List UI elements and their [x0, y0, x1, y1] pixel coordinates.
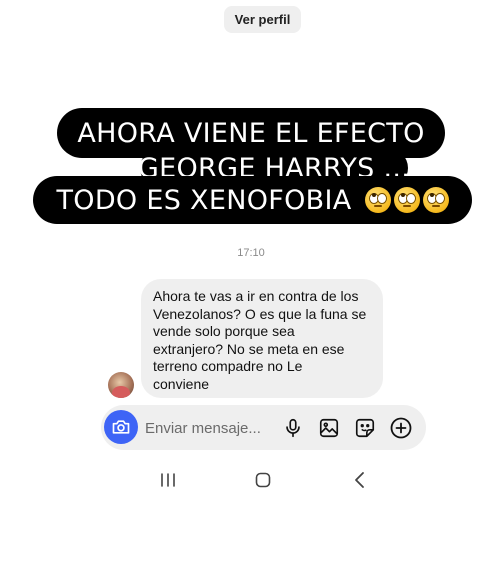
caption-text-3: TODO ES XENOFOBIA	[56, 184, 352, 216]
message-composer	[101, 405, 426, 450]
message-line: Venezolanos? O es que la funa se	[153, 305, 367, 322]
caption-text-1: AHORA VIENE EL EFECTO	[77, 117, 425, 149]
gallery-icon[interactable]	[317, 416, 341, 440]
message-line: conviene	[153, 375, 210, 392]
received-message-bubble[interactable]: Ahora te vas a ir en contra de los Venez…	[141, 279, 383, 398]
back-icon[interactable]	[349, 470, 371, 490]
camera-button[interactable]	[104, 410, 138, 444]
rolling-eyes-emoji-icon	[393, 187, 420, 213]
camera-icon	[112, 420, 130, 434]
recents-icon[interactable]	[157, 470, 179, 490]
sticker-icon[interactable]	[353, 416, 377, 440]
rolling-eyes-emoji-icon	[364, 187, 391, 213]
view-profile-button[interactable]: Ver perfil	[224, 6, 301, 33]
message-input[interactable]	[145, 418, 275, 438]
sender-avatar[interactable]	[108, 372, 134, 398]
message-line: Ahora te vas a ir en contra de los	[153, 288, 359, 304]
message-line: vende solo porque sea	[153, 323, 295, 339]
home-icon[interactable]	[252, 470, 274, 490]
microphone-icon[interactable]	[281, 416, 305, 440]
message-line: terreno compadre no Le	[153, 358, 303, 374]
system-navigation-bar	[0, 462, 502, 498]
plus-icon[interactable]	[389, 416, 413, 440]
message-timestamp: 17:10	[237, 247, 265, 259]
caption-line-3: TODO ES XENOFOBIA	[33, 176, 472, 224]
rolling-eyes-emoji-icon	[422, 187, 449, 213]
message-line: extranjero? No se meta en ese	[153, 340, 345, 357]
